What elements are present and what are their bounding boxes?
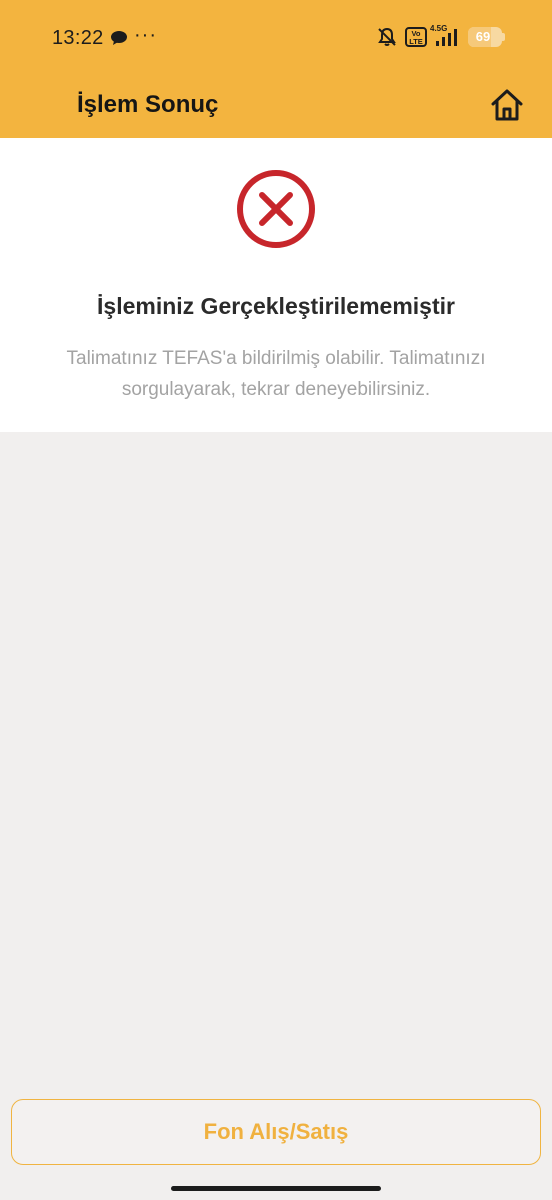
battery-cap [502, 33, 505, 41]
mute-notifications-icon [378, 27, 396, 46]
result-title: İşleminiz Gerçekleştirilememiştir [97, 293, 455, 319]
status-bar: 13:22 ··· Vo LTE 4.5G 69 [0, 0, 552, 75]
battery-icon: 69 [468, 27, 502, 47]
volte-badge: Vo LTE [405, 27, 427, 47]
page-title: İşlem Sonuç [77, 91, 219, 118]
result-message: Talimatınız TEFAS'a bildirilmiş olabilir… [66, 348, 486, 400]
status-more-icon: ··· [134, 24, 157, 46]
result-card: İşleminiz Gerçekleştirilememiştir Talima… [0, 138, 552, 432]
fund-buy-sell-button[interactable]: Fon Alış/Satış [11, 1099, 541, 1165]
home-button[interactable] [488, 85, 526, 125]
app-header: 13:22 ··· Vo LTE 4.5G 69 İşlem Sonuç [0, 0, 552, 138]
status-time: 13:22 [52, 27, 104, 49]
home-icon [491, 89, 523, 121]
signal-strength-icon [436, 29, 457, 46]
gesture-nav-handle[interactable] [171, 1186, 381, 1191]
error-circle-x-icon [237, 170, 315, 248]
chat-notification-icon [111, 31, 127, 45]
battery-percent: 69 [475, 29, 491, 44]
